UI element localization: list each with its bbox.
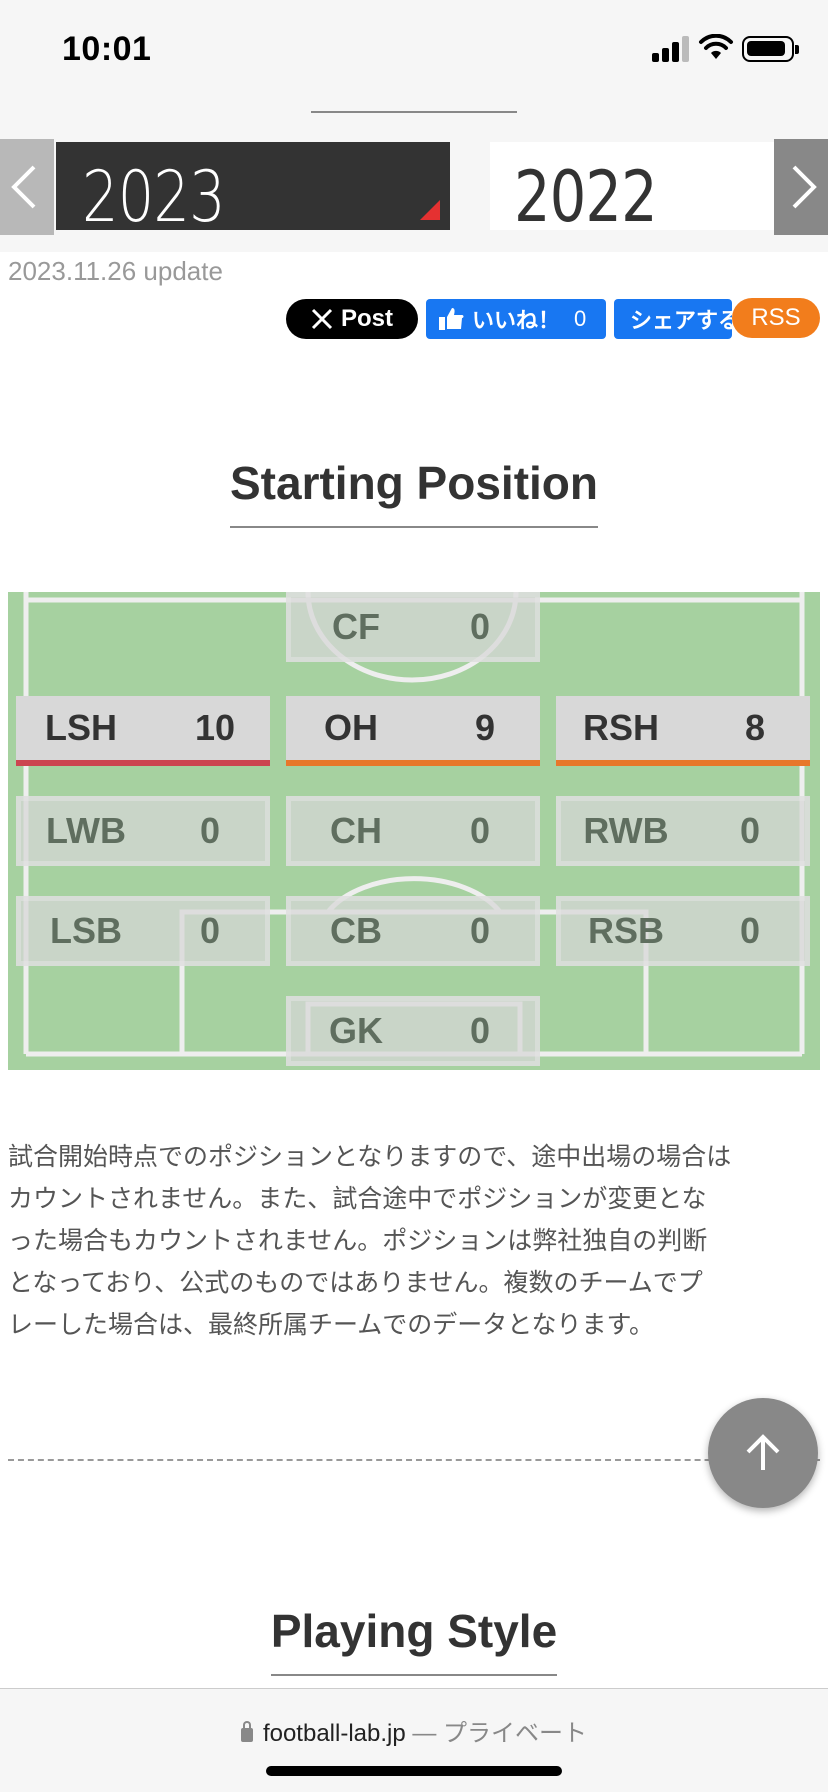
position-count: 9 <box>474 707 496 748</box>
description-line: となっており、公式のものではありません。複数のチームでプ <box>8 1269 703 1297</box>
signal-icon <box>652 36 692 62</box>
pitch-diagram: CF 0 LSH 10 OH 9 RSH 8 LWB 0 CH 0 RWB 0 … <box>8 592 820 1070</box>
position-rsh: RSH 8 <box>556 696 810 766</box>
position-lsh: LSH 10 <box>16 696 270 766</box>
position-lsb: LSB 0 <box>16 896 270 966</box>
browser-url-bar[interactable]: football-lab.jp — プライベート <box>0 1688 828 1792</box>
position-count: 8 <box>744 707 766 748</box>
position-label: RWB <box>583 810 669 851</box>
selected-corner-marker <box>420 200 440 220</box>
url-domain: football-lab.jp <box>262 1720 406 1747</box>
like-label: いいね！ <box>472 308 561 333</box>
wifi-icon <box>699 34 733 59</box>
year-current-label: 2023 <box>82 156 226 238</box>
url-display[interactable]: football-lab.jp — プライベート <box>0 1713 828 1748</box>
position-cb: CB 0 <box>286 896 540 966</box>
description-line: カウントされません。また、試合途中でポジションが変更とな <box>8 1185 707 1213</box>
position-count: 0 <box>739 910 761 951</box>
arrow-up-icon <box>746 1434 780 1470</box>
year-current-tab[interactable]: 2023 <box>56 142 450 238</box>
like-button[interactable]: いいね！ 0 <box>426 299 606 339</box>
description-line: った場合もカウントされません。ポジションは弊社独自の判断 <box>8 1227 708 1255</box>
description-line: 試合開始時点でのポジションとなりますので、途中出場の場合は <box>8 1143 732 1171</box>
position-count: 0 <box>469 810 491 851</box>
starting-position-heading: Starting Position <box>230 456 598 528</box>
x-post-label: Post <box>340 305 393 332</box>
thumbs-up-icon <box>439 308 464 330</box>
position-count: 0 <box>469 910 491 951</box>
position-label: LWB <box>46 810 126 851</box>
rss-button[interactable]: RSS <box>732 298 820 338</box>
like-count: 0 <box>574 306 587 331</box>
position-ch: CH 0 <box>286 796 540 866</box>
share-label: シェアする <box>630 308 732 333</box>
home-indicator[interactable] <box>266 1766 562 1776</box>
position-rwb: RWB 0 <box>556 796 810 866</box>
position-label: CH <box>330 810 382 851</box>
position-count: 0 <box>739 810 761 851</box>
chevron-left-icon <box>11 165 36 209</box>
share-button[interactable]: シェアする <box>614 299 732 339</box>
position-label: CB <box>330 910 382 951</box>
position-label: LSH <box>45 707 117 748</box>
position-label: CF <box>332 606 380 647</box>
position-count: 10 <box>194 707 236 748</box>
position-count: 0 <box>469 606 491 647</box>
divider <box>311 111 517 113</box>
chevron-right-icon <box>792 165 817 209</box>
lock-icon <box>240 1721 253 1742</box>
description-line: レーした場合は、最終所属チームでのデータとなります。 <box>8 1311 655 1339</box>
battery-icon <box>742 36 799 62</box>
position-description: 試合開始時点でのポジションとなりますので、途中出場の場合は カウントされません。… <box>8 1136 820 1346</box>
year-other-label: 2022 <box>514 156 658 238</box>
playing-style-heading: Playing Style <box>270 1604 558 1676</box>
position-count: 0 <box>199 910 221 951</box>
x-logo-icon <box>311 308 333 330</box>
position-label: OH <box>324 707 378 748</box>
position-oh: OH 9 <box>286 696 540 766</box>
position-rsb: RSB 0 <box>556 896 810 966</box>
position-lwb: LWB 0 <box>16 796 270 866</box>
position-label: GK <box>329 1010 383 1051</box>
status-time: 10:01 <box>62 30 152 68</box>
update-date: 2023.11.26 update <box>8 256 223 286</box>
position-count: 0 <box>469 1010 491 1051</box>
position-cf: CF 0 <box>286 592 540 662</box>
status-bar: 10:01 <box>0 0 828 100</box>
playing-style-title: Playing Style <box>0 1604 828 1676</box>
starting-position-title: Starting Position <box>0 456 828 528</box>
section-divider <box>8 1459 820 1461</box>
rss-label: RSS <box>751 304 801 331</box>
position-label: RSH <box>582 707 659 748</box>
year-other-tab[interactable]: 2022 <box>490 142 774 238</box>
x-post-button[interactable]: Post <box>286 299 418 339</box>
position-label: RSB <box>587 910 664 951</box>
position-count: 0 <box>199 810 221 851</box>
position-gk: GK 0 <box>286 996 540 1066</box>
position-label: LSB <box>50 910 122 951</box>
year-next-button[interactable] <box>774 139 828 235</box>
scroll-to-top-button[interactable] <box>708 1398 818 1508</box>
year-prev-button[interactable] <box>0 139 54 235</box>
privacy-label: — プライベート <box>412 1720 588 1747</box>
